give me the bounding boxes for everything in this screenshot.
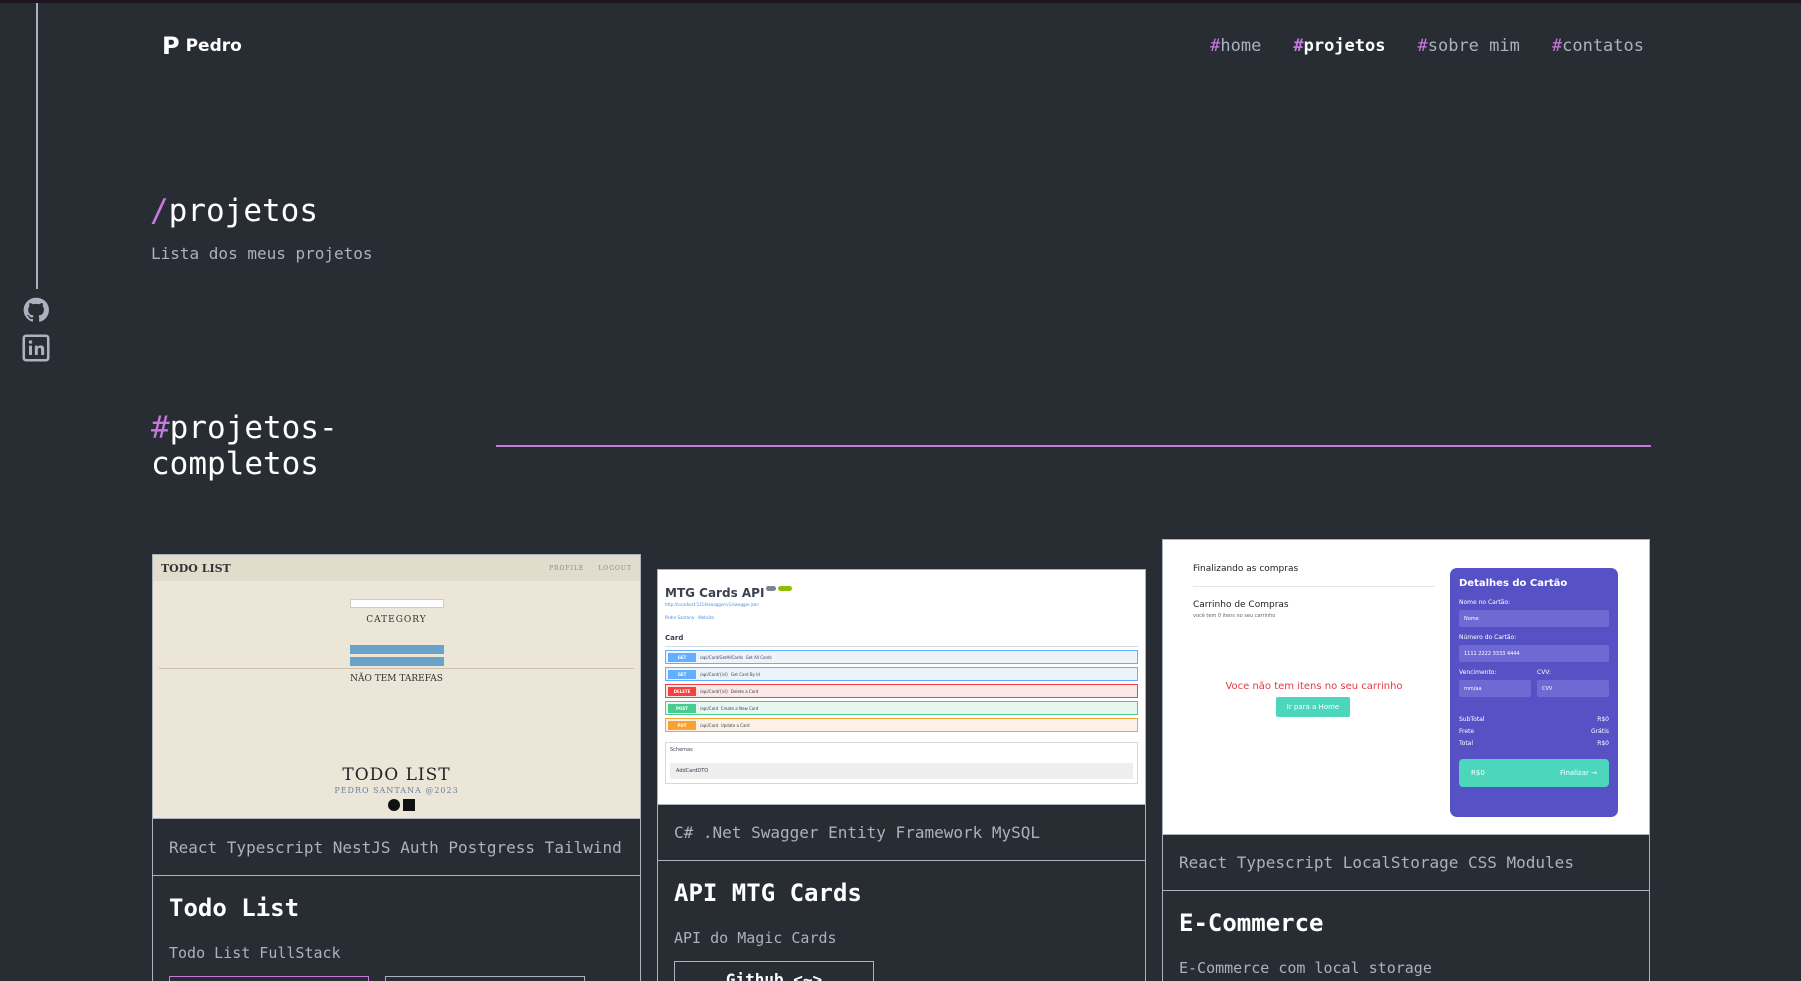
github-icon[interactable] bbox=[22, 296, 50, 324]
linkedin-icon[interactable] bbox=[22, 334, 50, 362]
nav-contatos[interactable]: #contatos bbox=[1552, 36, 1644, 56]
github-button[interactable]: Github <~> bbox=[674, 961, 874, 981]
section-title: #projetos-completos bbox=[151, 410, 338, 482]
project-tech: React Typescript LocalStorage CSS Module… bbox=[1163, 835, 1649, 891]
project-button[interactable] bbox=[169, 976, 369, 981]
project-card-ecommerce: Finalizando as compras Carrinho de Compr… bbox=[1162, 539, 1650, 981]
page-title: /projetos bbox=[150, 193, 318, 229]
project-name: E-Commerce bbox=[1179, 909, 1324, 937]
nav-projetos[interactable]: #projetos bbox=[1293, 36, 1385, 56]
project-tech: C# .Net Swagger Entity Framework MySQL bbox=[658, 805, 1145, 861]
top-nav: #home #projetos #sobre mim #contatos bbox=[1210, 36, 1644, 56]
project-description: Todo List FullStack bbox=[169, 944, 341, 962]
project-preview: Finalizando as compras Carrinho de Compr… bbox=[1163, 540, 1649, 835]
section-divider bbox=[496, 445, 1651, 447]
logo-icon: P bbox=[162, 32, 180, 60]
sidebar-line bbox=[36, 3, 38, 289]
project-description: E-Commerce com local storage bbox=[1179, 959, 1432, 977]
top-border bbox=[0, 0, 1801, 3]
project-name: Todo List bbox=[169, 894, 300, 922]
project-tech: React Typescript NestJS Auth Postgress T… bbox=[153, 819, 640, 876]
project-button[interactable] bbox=[385, 976, 585, 981]
project-preview: TODO LIST PROFILE LOGOUT CATEGORY NÃO TEM … bbox=[153, 555, 640, 819]
nav-sobre-mim[interactable]: #sobre mim bbox=[1417, 36, 1519, 56]
project-card-mtg: MTG Cards API http://localhost:5214/swag… bbox=[657, 569, 1146, 981]
project-card-todo: TODO LIST PROFILE LOGOUT CATEGORY NÃO TEM … bbox=[152, 554, 641, 981]
page-subtitle: Lista dos meus projetos bbox=[151, 244, 373, 263]
project-name: API MTG Cards bbox=[674, 879, 862, 907]
nav-home[interactable]: #home bbox=[1210, 36, 1261, 56]
logo[interactable]: P Pedro bbox=[162, 34, 242, 58]
logo-text: Pedro bbox=[185, 36, 242, 56]
project-description: API do Magic Cards bbox=[674, 929, 837, 947]
project-preview: MTG Cards API http://localhost:5214/swag… bbox=[658, 570, 1145, 805]
